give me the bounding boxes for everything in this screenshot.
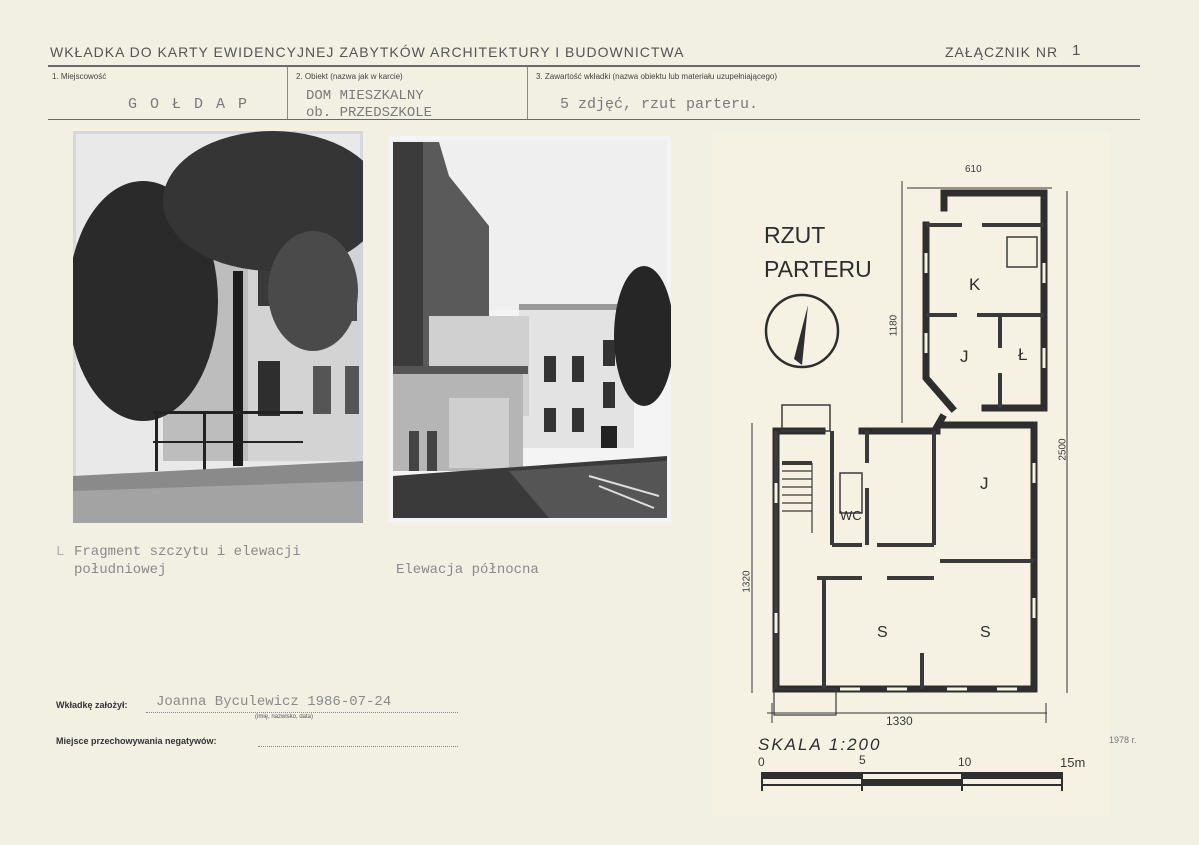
field-divider xyxy=(287,67,288,120)
caption-photo-1-line2: południowej xyxy=(74,562,167,578)
created-hint: (imię, nazwisko, data) xyxy=(255,714,314,720)
room-label-k: K xyxy=(969,275,981,294)
created-value: Joanna Byculewicz 1986-07-24 xyxy=(156,694,392,710)
field-divider xyxy=(527,67,528,120)
negatives-line xyxy=(258,746,458,747)
plan-scale-label: SKALA 1:200 xyxy=(758,735,882,754)
caption-mark: L xyxy=(56,544,65,560)
field-1-label: 1. Miejscowość xyxy=(52,72,107,81)
room-label-j: J xyxy=(960,347,969,366)
attachment-number: 1 xyxy=(1072,42,1082,59)
scale-tick-10: 10 xyxy=(958,755,972,769)
room-label-l: Ł xyxy=(1018,345,1028,364)
room-label-s: S xyxy=(980,624,991,641)
field-2-label: 2. Obiekt (nazwa jak w karcie) xyxy=(296,72,403,81)
plan-dim-left-upper: 1180 xyxy=(888,314,900,337)
plan-dim-right: 2500 xyxy=(1057,438,1069,461)
scale-tick-0: 0 xyxy=(758,755,765,769)
created-line xyxy=(146,712,458,713)
plan-dim-top: 610 xyxy=(965,164,982,175)
field-1-value: G O Ł D A P xyxy=(128,96,250,113)
header-rule xyxy=(48,65,1140,67)
field-3-label: 3. Zawartość wkładki (nazwa obiektu lub … xyxy=(536,72,778,81)
scale-tick-15: 15m xyxy=(1060,755,1086,770)
created-label: Wkładkę założył: xyxy=(56,700,128,710)
negatives-label: Miejsce przechowywania negatywów: xyxy=(56,736,217,746)
field-3-value: 5 zdjęć, rzut parteru. xyxy=(560,96,759,113)
plan-dim-bottom: 1330 xyxy=(886,714,913,728)
plan-title-line1: RZUT xyxy=(764,222,826,248)
room-label-wc: WC xyxy=(840,508,862,523)
photo-south-elevation xyxy=(73,131,363,523)
plan-title-line2: PARTERU xyxy=(764,256,872,282)
field-row-rule xyxy=(48,119,1140,120)
document-page: WKŁADKA DO KARTY EWIDENCYJNEJ ZABYTKÓW A… xyxy=(0,0,1199,845)
scale-tick-5: 5 xyxy=(859,753,866,767)
room-label-s: S xyxy=(877,624,888,641)
attachment-label: ZAŁĄCZNIK NR xyxy=(945,44,1059,60)
caption-photo-2: Elewacja północna xyxy=(396,562,539,578)
room-label-j: J xyxy=(980,474,989,493)
field-2-value-line1: DOM MIESZKALNY xyxy=(306,88,424,104)
photo-north-elevation xyxy=(389,136,671,522)
plan-year-note: 1978 r. xyxy=(1109,735,1137,745)
plan-dim-left-lower: 1320 xyxy=(741,570,753,593)
caption-photo-1-line1: Fragment szczytu i elewacji xyxy=(74,544,301,560)
document-title: WKŁADKA DO KARTY EWIDENCYJNEJ ZABYTKÓW A… xyxy=(50,44,685,60)
